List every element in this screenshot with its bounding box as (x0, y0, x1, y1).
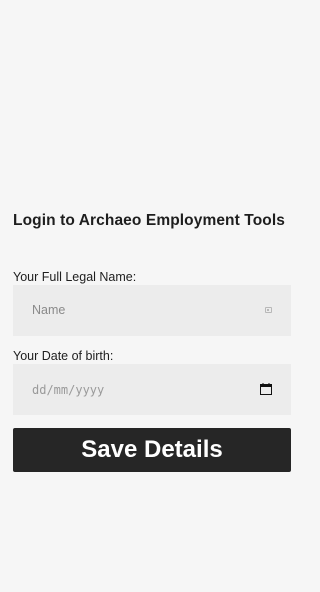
login-page: Login to Archaeo Employment Tools Your F… (0, 0, 304, 592)
date-of-birth-input[interactable]: dd/mm/yyyy (13, 364, 291, 415)
save-details-button[interactable]: Save Details (13, 428, 291, 472)
name-input-placeholder: Name (32, 303, 66, 317)
date-of-birth-placeholder: dd/mm/yyyy (32, 383, 105, 397)
dob-field-label: Your Date of birth: (13, 349, 114, 363)
contact-card-icon (265, 307, 272, 313)
name-input[interactable]: Name (13, 285, 291, 336)
name-field-label: Your Full Legal Name: (13, 270, 137, 284)
page-title: Login to Archaeo Employment Tools (13, 212, 285, 229)
calendar-icon[interactable] (260, 383, 272, 395)
